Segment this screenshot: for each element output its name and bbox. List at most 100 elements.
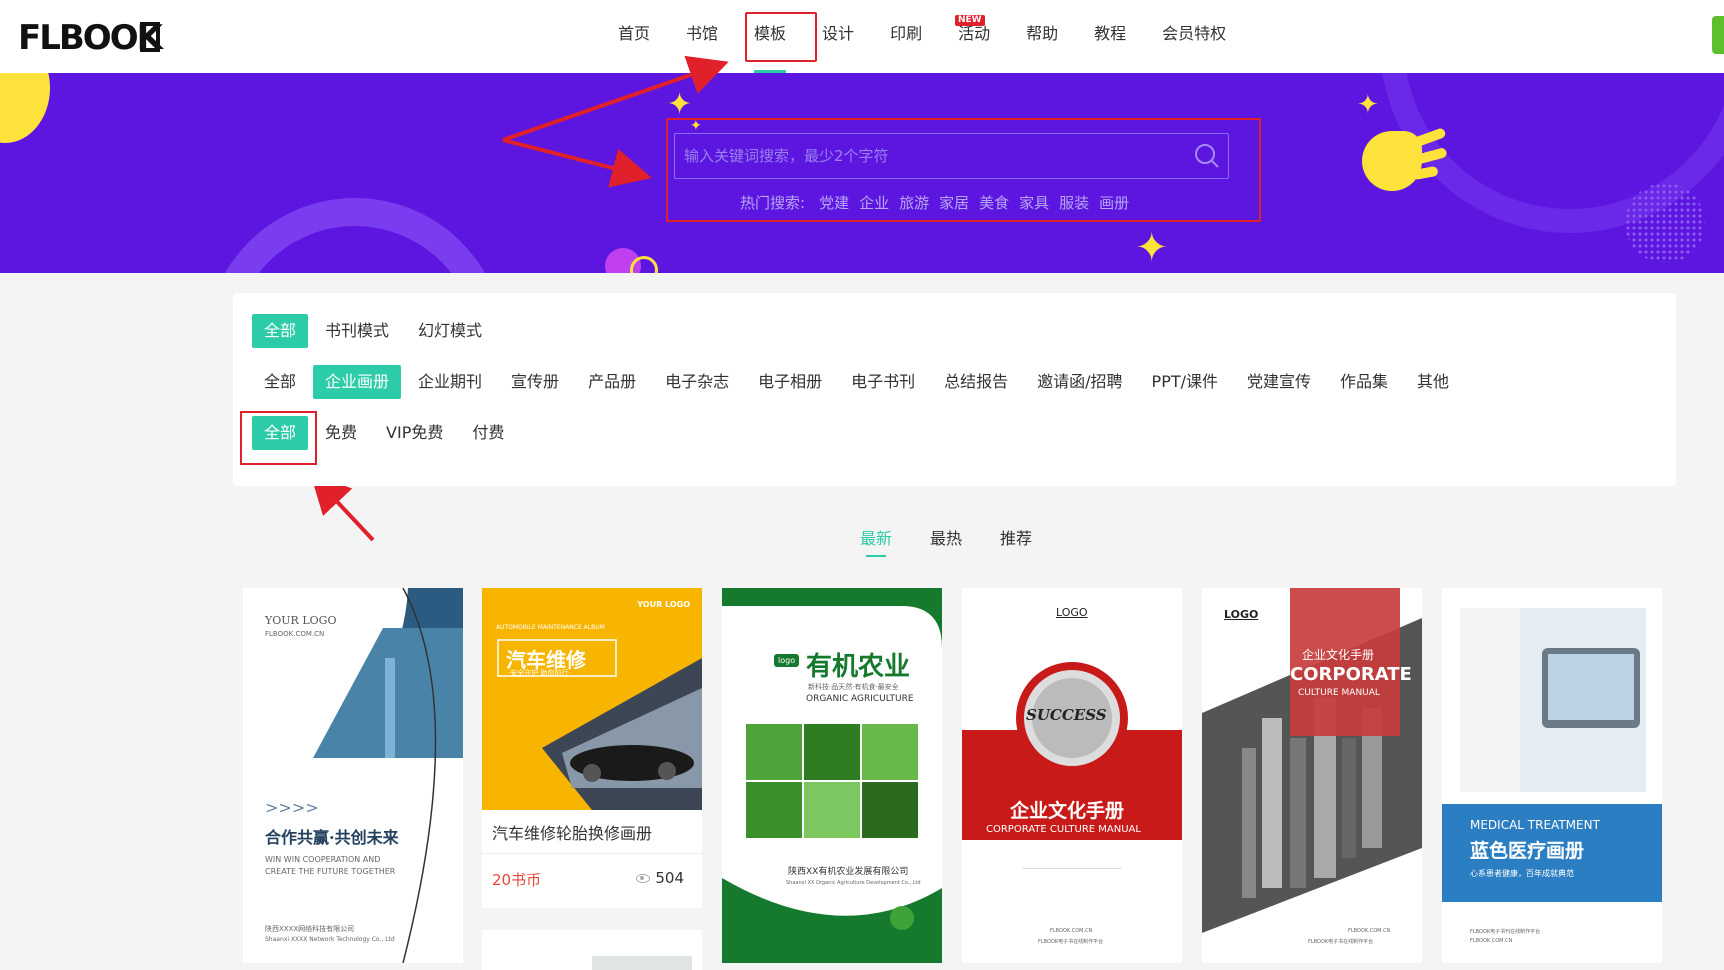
card-subtitle: CREATE THE FUTURE TOGETHER <box>265 867 396 876</box>
filter-mode-all[interactable]: 全部 <box>252 314 309 348</box>
sparkle-icon: ✦ <box>1357 90 1379 120</box>
new-badge: NEW <box>955 15 985 26</box>
card-big: CORPORATE <box>1290 664 1412 685</box>
card-title[interactable]: 汽车维修轮胎换修画册 <box>492 820 652 844</box>
annotation-box-all <box>240 411 317 465</box>
template-card[interactable]: MEDICAL TREATMENT 蓝色医疗画册 心系患者健康，百年成就典范 F… <box>1442 588 1662 963</box>
card-footer: FLBOOK电子书刊在线制作平台 <box>1470 929 1541 935</box>
filter-category-item[interactable]: 邀请函/招聘 <box>1025 365 1134 399</box>
cover-image <box>1202 588 1422 963</box>
cover-image <box>243 588 463 963</box>
filter-category-row: 全部 企业画册 企业期刊 宣传册 产品册 电子杂志 电子相册 电子书刊 总结报告… <box>252 365 1466 399</box>
sort-recommended[interactable]: 推荐 <box>1000 525 1032 549</box>
nav-home[interactable]: 首页 <box>600 0 668 73</box>
card-cover-sub: ·安全守护 助你前行· <box>508 669 571 677</box>
ring-decoration <box>205 198 505 273</box>
sort-newest[interactable]: 最新 <box>860 525 892 557</box>
card-company: 陕西XXXX网络科技有限公司 <box>265 925 355 933</box>
filter-price-free[interactable]: 免费 <box>313 416 369 450</box>
sparkle-icon: ✦ <box>667 87 693 122</box>
template-card[interactable]: logo 有机农业 新科技·品天然·有机食·最安全 ORGANIC AGRICU… <box>722 588 942 963</box>
card-cover-title: 有机农业 <box>806 652 911 682</box>
filter-category-item[interactable]: 总结报告 <box>932 365 1020 399</box>
filter-category-item[interactable]: 电子杂志 <box>653 365 741 399</box>
card-cover-title: 企业文化手册 <box>1010 800 1125 822</box>
card-footer: FLBOOK.COM.CN <box>1050 928 1093 934</box>
card-logo-text: YOUR LOGO <box>637 600 690 609</box>
main-nav: 首页 书馆 模板 设计 印刷 活动 帮助 教程 会员特权 <box>600 0 1244 73</box>
card-cover-title: 蓝色医疗画册 <box>1470 840 1585 862</box>
nav-membership[interactable]: 会员特权 <box>1144 0 1244 73</box>
template-card[interactable]: YOUR LOGO AUTOMOBILE MAINTENANCE ALBUM 汽… <box>482 588 702 908</box>
filter-category-item[interactable]: 其他 <box>1405 365 1461 399</box>
filter-mode-book[interactable]: 书刊模式 <box>313 314 401 348</box>
template-card[interactable]: LOGO SUCCESS 企业文化手册 CORPORATE CULTURE MA… <box>962 588 1182 963</box>
divider <box>482 853 702 854</box>
filter-category-item[interactable]: 企业期刊 <box>406 365 494 399</box>
green-side-button[interactable] <box>1712 16 1724 54</box>
filter-mode-slide[interactable]: 幻灯模式 <box>406 314 494 348</box>
card-tagline: 新科技·品天然·有机食·最安全 <box>808 683 899 691</box>
top-header: FLBOOK 首页 书馆 模板 设计 印刷 活动 帮助 教程 会员特权 NEW <box>0 0 1724 73</box>
chevrons: >>>> <box>265 798 319 817</box>
template-card[interactable]: LOGO 企业文化手册 CORPORATE CULTURE MANUAL FLB… <box>1202 588 1422 963</box>
template-card[interactable] <box>482 930 702 970</box>
nav-tutorial[interactable]: 教程 <box>1076 0 1144 73</box>
logo-bracket-icon <box>140 22 160 52</box>
card-subtitle: WIN WIN COOPERATION AND <box>265 855 381 864</box>
card-en: ORGANIC AGRICULTURE <box>806 694 914 704</box>
filter-category-item[interactable]: 党建宣传 <box>1235 365 1323 399</box>
annotation-box-templates <box>745 12 817 62</box>
card-album: AUTOMOBILE MAINTENANCE ALBUM <box>496 624 605 631</box>
card-en: CULTURE MANUAL <box>1298 688 1380 698</box>
filter-category-item[interactable]: 作品集 <box>1328 365 1400 399</box>
card-footer: FLBOOK电子书在线制作平台 <box>1308 939 1374 945</box>
eye-icon <box>636 874 650 883</box>
card-company-en: Shaanxi XX Organic Agriculture Developme… <box>786 880 921 886</box>
card-title: 合作共赢·共创未来 <box>265 828 399 847</box>
card-logo-text: LOGO <box>1056 606 1088 619</box>
card-en: CORPORATE CULTURE MANUAL <box>986 824 1141 835</box>
annotation-box-search <box>666 118 1261 222</box>
sort-tabs: 最新 最热 推荐 <box>860 525 1070 557</box>
card-logo-text: YOUR LOGO <box>265 614 337 627</box>
card-badge: SUCCESS <box>1026 706 1107 724</box>
template-card[interactable]: YOUR LOGO FLBOOK.COM.CN >>>> 合作共赢·共创未来 W… <box>243 588 463 963</box>
filter-category-item[interactable]: PPT/课件 <box>1140 365 1230 399</box>
filter-category-item[interactable]: 电子相册 <box>746 365 834 399</box>
card-site: FLBOOK.COM.CN <box>265 630 325 638</box>
cover-image <box>1442 588 1662 963</box>
nav-print[interactable]: 印刷 <box>872 0 940 73</box>
sparkle-icon: ✦ <box>1135 225 1169 271</box>
card-logo-text: logo <box>774 654 800 667</box>
card-en: MEDICAL TREATMENT <box>1470 818 1600 832</box>
filter-price-vip[interactable]: VIP免费 <box>374 416 455 450</box>
dots-decoration <box>1625 183 1705 263</box>
nav-activity[interactable]: 活动 <box>940 0 1008 73</box>
card-footer: FLBOOK.COM.CN <box>1348 928 1391 934</box>
nav-help[interactable]: 帮助 <box>1008 0 1076 73</box>
yellow-blob-decoration <box>0 73 50 143</box>
card-views: 504 <box>655 869 684 887</box>
cover-image <box>962 588 1182 963</box>
filter-category-item[interactable]: 企业画册 <box>313 365 402 399</box>
cover-image <box>592 956 692 970</box>
card-price: 20书币 <box>492 871 542 889</box>
nav-library[interactable]: 书馆 <box>668 0 736 73</box>
cover-image: YOUR LOGO AUTOMOBILE MAINTENANCE ALBUM 汽… <box>482 588 702 810</box>
card-company-en: Shaanxi XXXX Network Technology Co., Ltd <box>265 936 395 943</box>
filter-category-item[interactable]: 宣传册 <box>499 365 571 399</box>
yellow-ring-decoration <box>630 256 658 273</box>
card-zh: 企业文化手册 <box>1302 648 1375 662</box>
filter-category-item[interactable]: 产品册 <box>576 365 648 399</box>
filter-mode-row: 全部 书刊模式 幻灯模式 <box>252 314 499 348</box>
card-footer: FLBOOK电子书在线制作平台 <box>1038 939 1104 945</box>
cover-image <box>722 606 942 963</box>
filter-category-item[interactable]: 全部 <box>252 365 308 399</box>
card-footer: FLBOOK.COM.CN <box>1470 938 1513 944</box>
sort-hottest[interactable]: 最热 <box>930 525 962 549</box>
filter-category-item[interactable]: 电子书刊 <box>839 365 927 399</box>
filter-price-paid[interactable]: 付费 <box>460 416 516 450</box>
card-company: 陕西XX有机农业发展有限公司 <box>788 867 909 877</box>
card-sub: 心系患者健康，百年成就典范 <box>1470 869 1574 878</box>
